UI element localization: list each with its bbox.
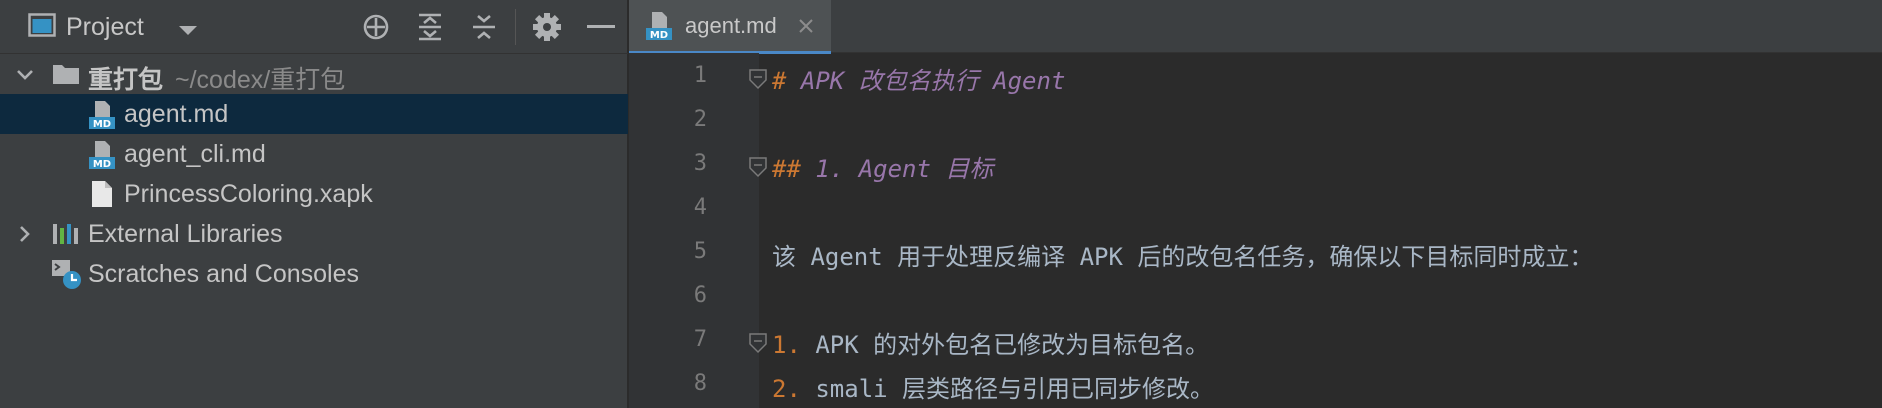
library-icon xyxy=(53,224,78,244)
locate-file-button[interactable] xyxy=(349,0,403,54)
line-number: 1 xyxy=(693,63,707,88)
svg-text:MD: MD xyxy=(650,30,668,41)
line-number: 4 xyxy=(693,195,707,220)
collapse-all-button[interactable] xyxy=(457,0,511,54)
code-line-3: ## 1. Agent 目标 xyxy=(772,149,993,184)
heading-text: APK 改包名执行 Agent xyxy=(800,67,1066,95)
tree-file-agent-md[interactable]: MD agent.md xyxy=(0,94,628,134)
code-line-7: 1. APK 的对外包名已修改为目标包名。 xyxy=(772,325,1209,360)
file-name: PrincessColoring.xapk xyxy=(124,180,373,208)
code-line-1: # APK 改包名执行 Agent xyxy=(772,61,1065,96)
markdown-file-icon: MD xyxy=(89,101,115,130)
svg-text:MD: MD xyxy=(93,159,111,170)
file-name: agent_cli.md xyxy=(124,140,266,168)
fold-marker-icon[interactable] xyxy=(747,332,769,354)
folder-icon xyxy=(53,65,79,84)
project-title: Project xyxy=(66,12,144,41)
scratches-label: Scratches and Consoles xyxy=(88,260,359,288)
heading-marker: # xyxy=(772,67,801,95)
project-header: Project xyxy=(0,0,628,54)
heading-marker: ## xyxy=(772,155,816,183)
chevron-down-icon[interactable] xyxy=(178,22,198,41)
code-editor[interactable]: # APK 改包名执行 Agent ## 1. Agent 目标 该 Agent… xyxy=(772,53,1882,408)
fold-marker-icon[interactable] xyxy=(747,156,769,178)
collapse-all-icon xyxy=(473,15,495,39)
root-folder-path: ~/codex/重打包 xyxy=(175,66,346,94)
chevron-right-icon[interactable] xyxy=(15,224,35,244)
external-libraries-label: External Libraries xyxy=(88,220,283,248)
editor-tab-bar: MD agent.md xyxy=(629,0,1882,54)
toolbar-separator xyxy=(515,9,516,45)
hide-panel-button[interactable] xyxy=(574,0,628,54)
expand-all-button[interactable] xyxy=(403,0,457,54)
gear-icon xyxy=(533,13,561,41)
list-number: 2. xyxy=(772,375,801,403)
fold-marker-icon[interactable] xyxy=(747,68,769,90)
tree-external-libraries[interactable]: External Libraries xyxy=(0,214,628,254)
line-number-gutter: 1 2 3 4 5 6 7 8 xyxy=(629,53,767,408)
project-view-selector[interactable]: Project xyxy=(28,0,144,54)
svg-text:MD: MD xyxy=(93,119,111,130)
root-folder-name: 重打包 xyxy=(88,66,164,94)
list-number: 1. xyxy=(772,331,801,359)
generic-file-icon xyxy=(92,181,112,207)
expand-all-icon xyxy=(419,13,441,41)
list-text: smali 层类路径与引用已同步修改。 xyxy=(800,375,1215,403)
file-name: agent.md xyxy=(124,100,229,128)
line-number: 2 xyxy=(693,107,707,132)
heading-text: 1. Agent 目标 xyxy=(815,155,994,183)
scratches-icon xyxy=(52,260,81,289)
close-icon[interactable] xyxy=(797,17,815,35)
list-text: APK 的对外包名已修改为目标包名。 xyxy=(800,331,1210,359)
line-number: 7 xyxy=(693,327,707,352)
settings-button[interactable] xyxy=(520,0,574,54)
minimize-icon xyxy=(587,25,615,28)
tree-file-princesscoloring-xapk[interactable]: PrincessColoring.xapk xyxy=(0,174,628,214)
tree-scratches-and-consoles[interactable]: Scratches and Consoles xyxy=(0,254,628,294)
project-toolbar xyxy=(349,0,628,54)
markdown-file-icon: MD xyxy=(646,12,672,41)
project-tree: 重打包 ~/codex/重打包 MD agent.md MD agent_cli.… xyxy=(0,54,628,294)
tree-root-folder[interactable]: 重打包 ~/codex/重打包 xyxy=(0,54,628,94)
tab-label: agent.md xyxy=(685,13,777,38)
markdown-file-icon: MD xyxy=(89,141,115,170)
tree-file-agent-cli-md[interactable]: MD agent_cli.md xyxy=(0,134,628,174)
project-tool-window: Project 重打包 ~/codex/重打包 MD agent.md MD a… xyxy=(0,0,628,408)
line-number: 6 xyxy=(693,283,707,308)
line-number: 5 xyxy=(693,239,707,264)
code-line-5: 该 Agent 用于处理反编译 APK 后的改包名任务，确保以下目标同时成立： xyxy=(772,243,1594,271)
code-line-8: 2. smali 层类路径与引用已同步修改。 xyxy=(772,369,1214,404)
project-window-icon xyxy=(28,13,56,41)
line-number: 8 xyxy=(693,371,707,396)
line-number: 3 xyxy=(693,151,707,176)
tab-agent-md[interactable]: MD agent.md xyxy=(629,0,831,54)
crosshair-icon xyxy=(363,14,389,40)
editor-area: MD agent.md 1 2 3 4 5 6 7 8 # APK 改包名执行 … xyxy=(629,0,1882,408)
chevron-down-icon[interactable] xyxy=(15,65,35,85)
